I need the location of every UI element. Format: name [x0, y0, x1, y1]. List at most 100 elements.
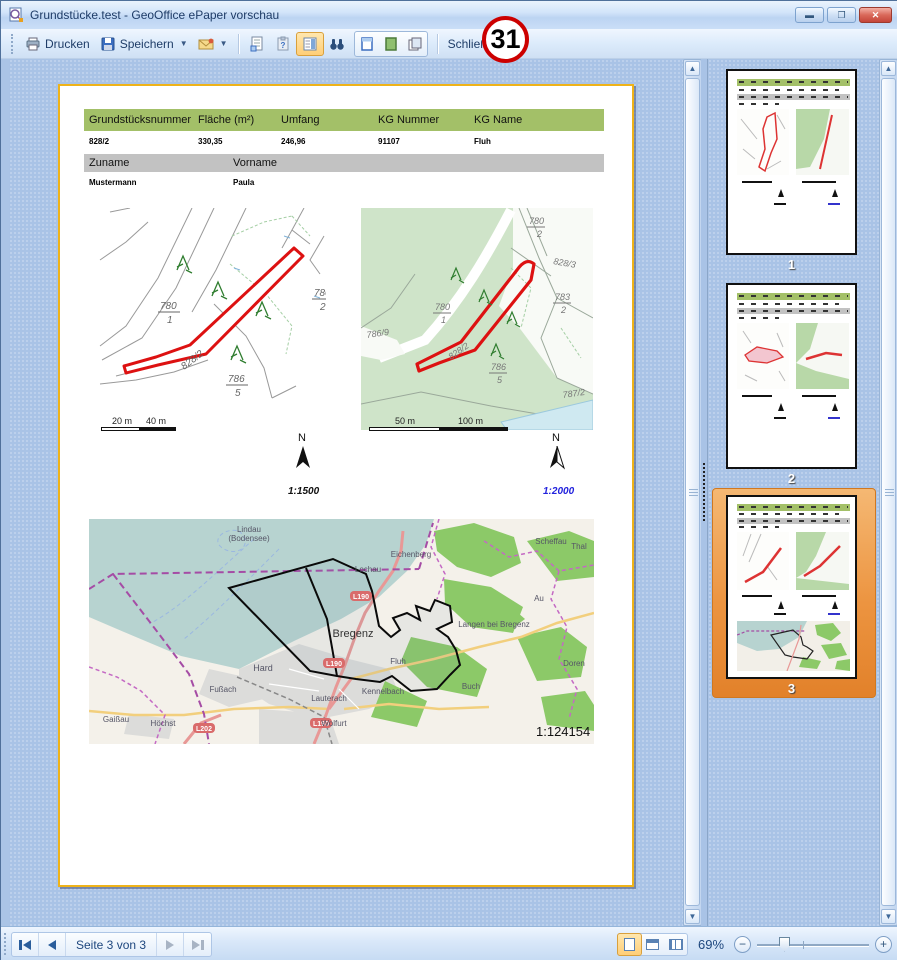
- scroll-up-icon[interactable]: ▲: [685, 61, 700, 76]
- svg-text:Lochau: Lochau: [355, 565, 381, 574]
- svg-text:1: 1: [167, 315, 173, 326]
- thumbnail-label-2: 2: [726, 471, 857, 486]
- scale-right: 1:2000: [543, 486, 574, 497]
- zoom-percent: 69%: [694, 937, 728, 952]
- svg-text:Gaißau: Gaißau: [103, 715, 129, 724]
- north-arrow-right: [546, 446, 568, 470]
- svg-text:1: 1: [441, 315, 446, 325]
- toolbar-separator: [238, 34, 239, 54]
- overview-map: L190 L190 L190 L202 Lindau (Bodensee) Br…: [89, 519, 594, 744]
- svg-text:Lauterach: Lauterach: [311, 694, 347, 703]
- svg-text:780: 780: [160, 301, 177, 312]
- col-zuname: Zuname: [84, 157, 228, 169]
- thumbnail-scrollbar-thumb[interactable]: [881, 78, 896, 906]
- next-page-button[interactable]: [157, 933, 184, 956]
- main-scrollbar-thumb[interactable]: [685, 78, 700, 906]
- view-multi-page-button[interactable]: [403, 32, 427, 56]
- north-arrow-left: [292, 446, 314, 470]
- zoom-slider-thumb[interactable]: [779, 937, 790, 952]
- send-button[interactable]: ▼: [193, 32, 233, 56]
- north-label-right: N: [552, 432, 560, 444]
- scroll-up-icon[interactable]: ▲: [881, 61, 896, 76]
- send-dropdown-arrow[interactable]: ▼: [220, 39, 228, 48]
- zoom-slider[interactable]: [757, 935, 869, 955]
- document-page: Grundstücksnummer Fläche (m²) Umfang KG …: [58, 84, 634, 887]
- page-setup-icon: [249, 36, 265, 52]
- cadastre-map-left: 780 1 786 5 780 2 828/2: [96, 208, 326, 404]
- svg-text:Eichenberg: Eichenberg: [391, 550, 431, 559]
- svg-text:780: 780: [529, 216, 544, 226]
- zoom-in-button[interactable]: +: [875, 936, 892, 953]
- last-page-button[interactable]: [184, 933, 211, 956]
- svg-text:Scheffau: Scheffau: [535, 537, 566, 546]
- svg-text:Höchst: Höchst: [151, 719, 177, 728]
- svg-text:Fluh: Fluh: [390, 657, 406, 666]
- first-page-button[interactable]: [12, 933, 39, 956]
- thumbnail-scrollbar[interactable]: ▲ ▼: [879, 59, 897, 926]
- svg-text:786: 786: [491, 362, 506, 372]
- layout-continuous-button[interactable]: [641, 934, 664, 955]
- clipboard-help-icon: ?: [275, 36, 291, 52]
- scroll-down-icon[interactable]: ▼: [685, 909, 700, 924]
- scalebar-right-100: 100 m: [458, 416, 483, 426]
- svg-text:Thal: Thal: [571, 542, 587, 551]
- zoom-out-button[interactable]: −: [734, 936, 751, 953]
- svg-text:2: 2: [536, 229, 542, 239]
- title-bar: Grundstücke.test - GeoOffice ePaper vors…: [1, 1, 897, 29]
- close-button[interactable]: ✕: [859, 7, 892, 23]
- svg-text:Au: Au: [534, 594, 544, 603]
- scalebar-left: [101, 427, 176, 431]
- annotation-badge: 31: [482, 16, 529, 63]
- thumb2-map-left: [737, 323, 789, 389]
- save-button[interactable]: Speichern ▼: [95, 32, 193, 56]
- svg-text:Lindau: Lindau: [237, 525, 261, 534]
- thumb3-map-right: [796, 532, 849, 590]
- minimize-button[interactable]: ▬: [795, 7, 824, 23]
- val-vorname: Paula: [228, 178, 604, 187]
- scroll-down-icon[interactable]: ▼: [881, 909, 896, 924]
- thumbnail-page-2[interactable]: [726, 283, 857, 469]
- stacked-pages-icon: [407, 36, 423, 52]
- view-mode-group: [354, 31, 428, 57]
- status-bar: Seite 3 von 3 69% − +: [1, 926, 897, 960]
- print-button[interactable]: Drucken: [20, 32, 95, 56]
- scalebar-left-20: 20 m: [112, 416, 132, 426]
- previous-page-button[interactable]: [39, 933, 66, 956]
- toolbar-grip[interactable]: [11, 34, 14, 54]
- statusbar-grip: [4, 933, 6, 955]
- view-single-page-button[interactable]: [355, 32, 379, 56]
- view-green-page-button[interactable]: [379, 32, 403, 56]
- find-button[interactable]: [324, 32, 350, 56]
- thumbnail-label-3: 3: [726, 681, 857, 696]
- north-label-left: N: [298, 432, 306, 444]
- svg-text:L190: L190: [353, 594, 369, 601]
- thumb1-map-left: [737, 109, 789, 175]
- save-dropdown-arrow[interactable]: ▼: [180, 39, 188, 48]
- val-flaeche: 330,35: [193, 137, 276, 146]
- thumb1-map-right: [796, 109, 849, 175]
- page-setup-button[interactable]: [244, 32, 270, 56]
- svg-text:Wolfurt: Wolfurt: [321, 719, 347, 728]
- svg-text:?: ?: [280, 41, 285, 50]
- thumbnail-page-3[interactable]: [726, 495, 857, 679]
- restore-button[interactable]: ❐: [827, 7, 856, 23]
- svg-text:L202: L202: [196, 726, 212, 733]
- svg-text:780: 780: [435, 302, 450, 312]
- layout-single-button[interactable]: [618, 934, 641, 955]
- app-window: Grundstücke.test - GeoOffice ePaper vors…: [0, 0, 897, 960]
- thumbnail-label-1: 1: [726, 257, 857, 272]
- toolbar-separator: [437, 34, 438, 54]
- svg-text:Doren: Doren: [563, 659, 585, 668]
- col-kg-nummer: KG Nummer: [373, 114, 469, 126]
- properties-button[interactable]: ?: [270, 32, 296, 56]
- svg-text:783: 783: [555, 292, 570, 302]
- thumb3-overview-map: [737, 621, 850, 671]
- owner-table-header: Zuname Vorname: [84, 154, 604, 172]
- main-scrollbar[interactable]: ▲ ▼: [683, 59, 702, 926]
- thumbnails-toggle-button[interactable]: [296, 32, 324, 56]
- binoculars-icon: [329, 36, 345, 52]
- layout-facing-button[interactable]: [664, 934, 687, 955]
- val-zuname: Mustermann: [84, 178, 228, 187]
- scale-left: 1:1500: [288, 486, 319, 497]
- thumbnail-page-1[interactable]: [726, 69, 857, 255]
